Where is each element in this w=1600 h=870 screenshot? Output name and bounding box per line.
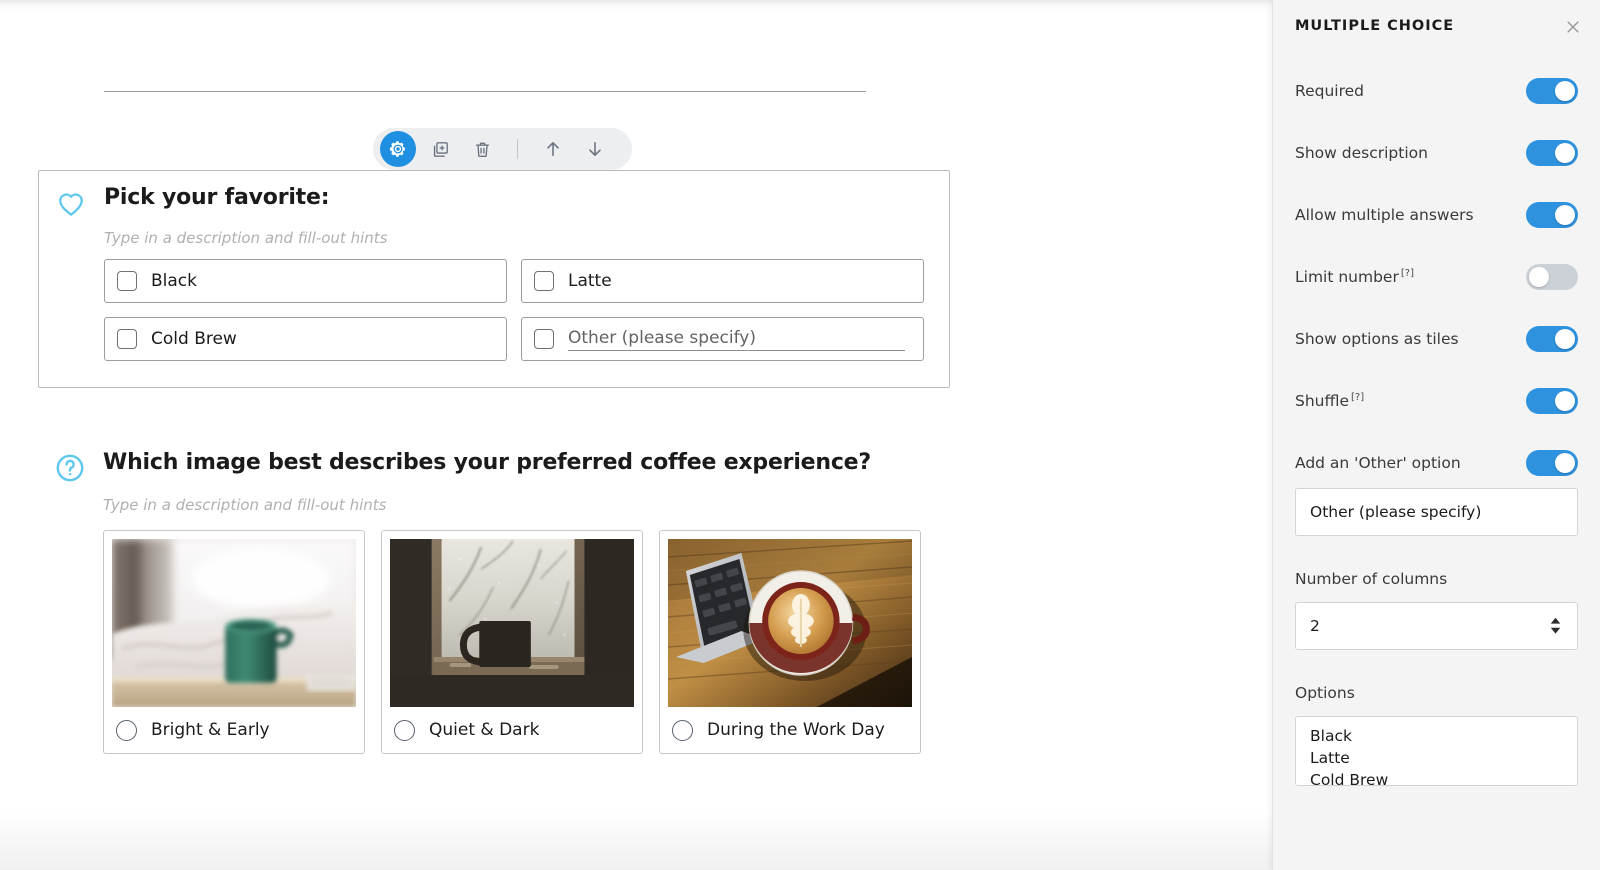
options-textarea[interactable]: Black Latte Cold Brew	[1295, 716, 1578, 786]
setting-label: Add an 'Other' option	[1295, 454, 1461, 472]
option-label: Cold Brew	[151, 329, 237, 349]
checkbox-icon[interactable]	[117, 329, 137, 349]
option-cold-brew[interactable]: Cold Brew	[104, 317, 507, 361]
duplicate-icon	[431, 140, 450, 159]
toggle-show-description[interactable]	[1526, 140, 1578, 166]
setting-shuffle: Shuffle[?]	[1295, 388, 1578, 414]
number-of-columns-value: 2	[1310, 617, 1320, 635]
setting-label: Required	[1295, 82, 1364, 100]
settings-panel-body: Required Show description Allow multiple…	[1273, 56, 1600, 786]
help-hint-icon[interactable]: [?]	[1401, 268, 1414, 279]
tile-image-quiet-dark	[390, 539, 634, 707]
question-toolbar	[373, 128, 632, 170]
option-label: Latte	[568, 271, 612, 291]
image-tile-quiet-dark[interactable]: Quiet & Dark	[381, 530, 643, 754]
question-circle-icon	[50, 448, 90, 488]
arrow-up-icon	[543, 139, 563, 159]
option-latte[interactable]: Latte	[521, 259, 924, 303]
settings-button[interactable]	[380, 131, 416, 167]
setting-label: Limit number	[1295, 268, 1399, 286]
toggle-limit-number[interactable]	[1526, 264, 1578, 290]
checkbox-icon[interactable]	[117, 271, 137, 291]
tile-label: Quiet & Dark	[429, 720, 539, 740]
number-of-columns-select[interactable]: 2	[1295, 602, 1578, 650]
setting-allow-multiple-answers: Allow multiple answers	[1295, 202, 1578, 228]
toggle-knob	[1555, 391, 1575, 411]
options-label: Options	[1295, 684, 1578, 702]
setting-label: Show description	[1295, 144, 1428, 162]
help-hint-icon[interactable]: [?]	[1351, 392, 1364, 403]
toolbar-divider	[517, 139, 518, 159]
other-option-input[interactable]: Other (please specify)	[1295, 488, 1578, 536]
toggle-knob	[1555, 205, 1575, 225]
setting-show-description: Show description	[1295, 140, 1578, 166]
toggle-add-other-option[interactable]	[1526, 450, 1578, 476]
tile-footer[interactable]: During the Work Day	[668, 707, 912, 753]
question-description-placeholder: Type in a description and fill-out hints	[103, 496, 386, 514]
toggle-knob	[1555, 81, 1575, 101]
trash-icon	[473, 140, 492, 159]
settings-panel: MULTIPLE CHOICE Required Show descriptio…	[1272, 0, 1600, 870]
toggle-required[interactable]	[1526, 78, 1578, 104]
checkbox-icon[interactable]	[534, 271, 554, 291]
toggle-shuffle[interactable]	[1526, 388, 1578, 414]
toggle-show-options-as-tiles[interactable]	[1526, 326, 1578, 352]
close-icon[interactable]	[1560, 14, 1586, 40]
radio-icon[interactable]	[394, 720, 415, 741]
option-label: Black	[151, 271, 197, 291]
toggle-knob	[1529, 267, 1549, 287]
setting-add-other-option: Add an 'Other' option	[1295, 450, 1578, 476]
options-grid: Black Latte Cold Brew Other (please spec…	[104, 259, 924, 361]
tile-label: Bright & Early	[151, 720, 270, 740]
options-line: Latte	[1310, 747, 1577, 769]
form-canvas: Pick your favorite: Type in a descriptio…	[0, 0, 1272, 870]
canvas-top-fade	[0, 0, 1272, 10]
setting-label: Show options as tiles	[1295, 330, 1459, 348]
move-down-button[interactable]	[577, 131, 613, 167]
setting-limit-number: Limit number[?]	[1295, 264, 1578, 290]
editor-root: Pick your favorite: Type in a descriptio…	[0, 0, 1600, 870]
option-other-input[interactable]: Other (please specify)	[568, 328, 905, 351]
toggle-knob	[1555, 453, 1575, 473]
tile-image-during-work-day	[668, 539, 912, 707]
checkbox-icon[interactable]	[534, 329, 554, 349]
question-title: Pick your favorite:	[104, 185, 329, 210]
tile-label: During the Work Day	[707, 720, 885, 740]
tile-footer[interactable]: Quiet & Dark	[390, 707, 634, 753]
tile-image-bright-early	[112, 539, 356, 707]
image-tile-during-work-day[interactable]: During the Work Day	[659, 530, 921, 754]
image-tiles: Bright & Early	[103, 530, 921, 754]
option-black[interactable]: Black	[104, 259, 507, 303]
option-other[interactable]: Other (please specify)	[521, 317, 924, 361]
stepper-arrows-icon[interactable]	[1550, 618, 1561, 635]
tile-footer[interactable]: Bright & Early	[112, 707, 356, 753]
number-of-columns-label: Number of columns	[1295, 570, 1578, 588]
setting-required: Required	[1295, 78, 1578, 104]
section-divider	[104, 91, 866, 92]
setting-show-options-as-tiles: Show options as tiles	[1295, 326, 1578, 352]
arrow-down-icon	[585, 139, 605, 159]
radio-icon[interactable]	[116, 720, 137, 741]
toggle-allow-multiple-answers[interactable]	[1526, 202, 1578, 228]
move-up-button[interactable]	[535, 131, 571, 167]
question-title: Which image best describes your preferre…	[103, 450, 871, 475]
heart-icon	[51, 183, 91, 223]
settings-panel-header: MULTIPLE CHOICE	[1273, 0, 1600, 56]
toggle-knob	[1555, 143, 1575, 163]
options-line: Black	[1310, 725, 1577, 747]
duplicate-button[interactable]	[422, 131, 458, 167]
canvas-bottom-fade	[0, 810, 1272, 870]
toggle-knob	[1555, 329, 1575, 349]
setting-label: Shuffle	[1295, 392, 1349, 410]
options-line: Cold Brew	[1310, 769, 1577, 786]
radio-icon[interactable]	[672, 720, 693, 741]
gear-icon	[388, 139, 408, 159]
question-description-placeholder: Type in a description and fill-out hints	[104, 229, 387, 247]
panel-title: MULTIPLE CHOICE	[1295, 18, 1454, 34]
question-card-multiple-choice[interactable]: Pick your favorite: Type in a descriptio…	[38, 170, 950, 388]
setting-label: Allow multiple answers	[1295, 206, 1474, 224]
image-tile-bright-early[interactable]: Bright & Early	[103, 530, 365, 754]
delete-button[interactable]	[464, 131, 500, 167]
